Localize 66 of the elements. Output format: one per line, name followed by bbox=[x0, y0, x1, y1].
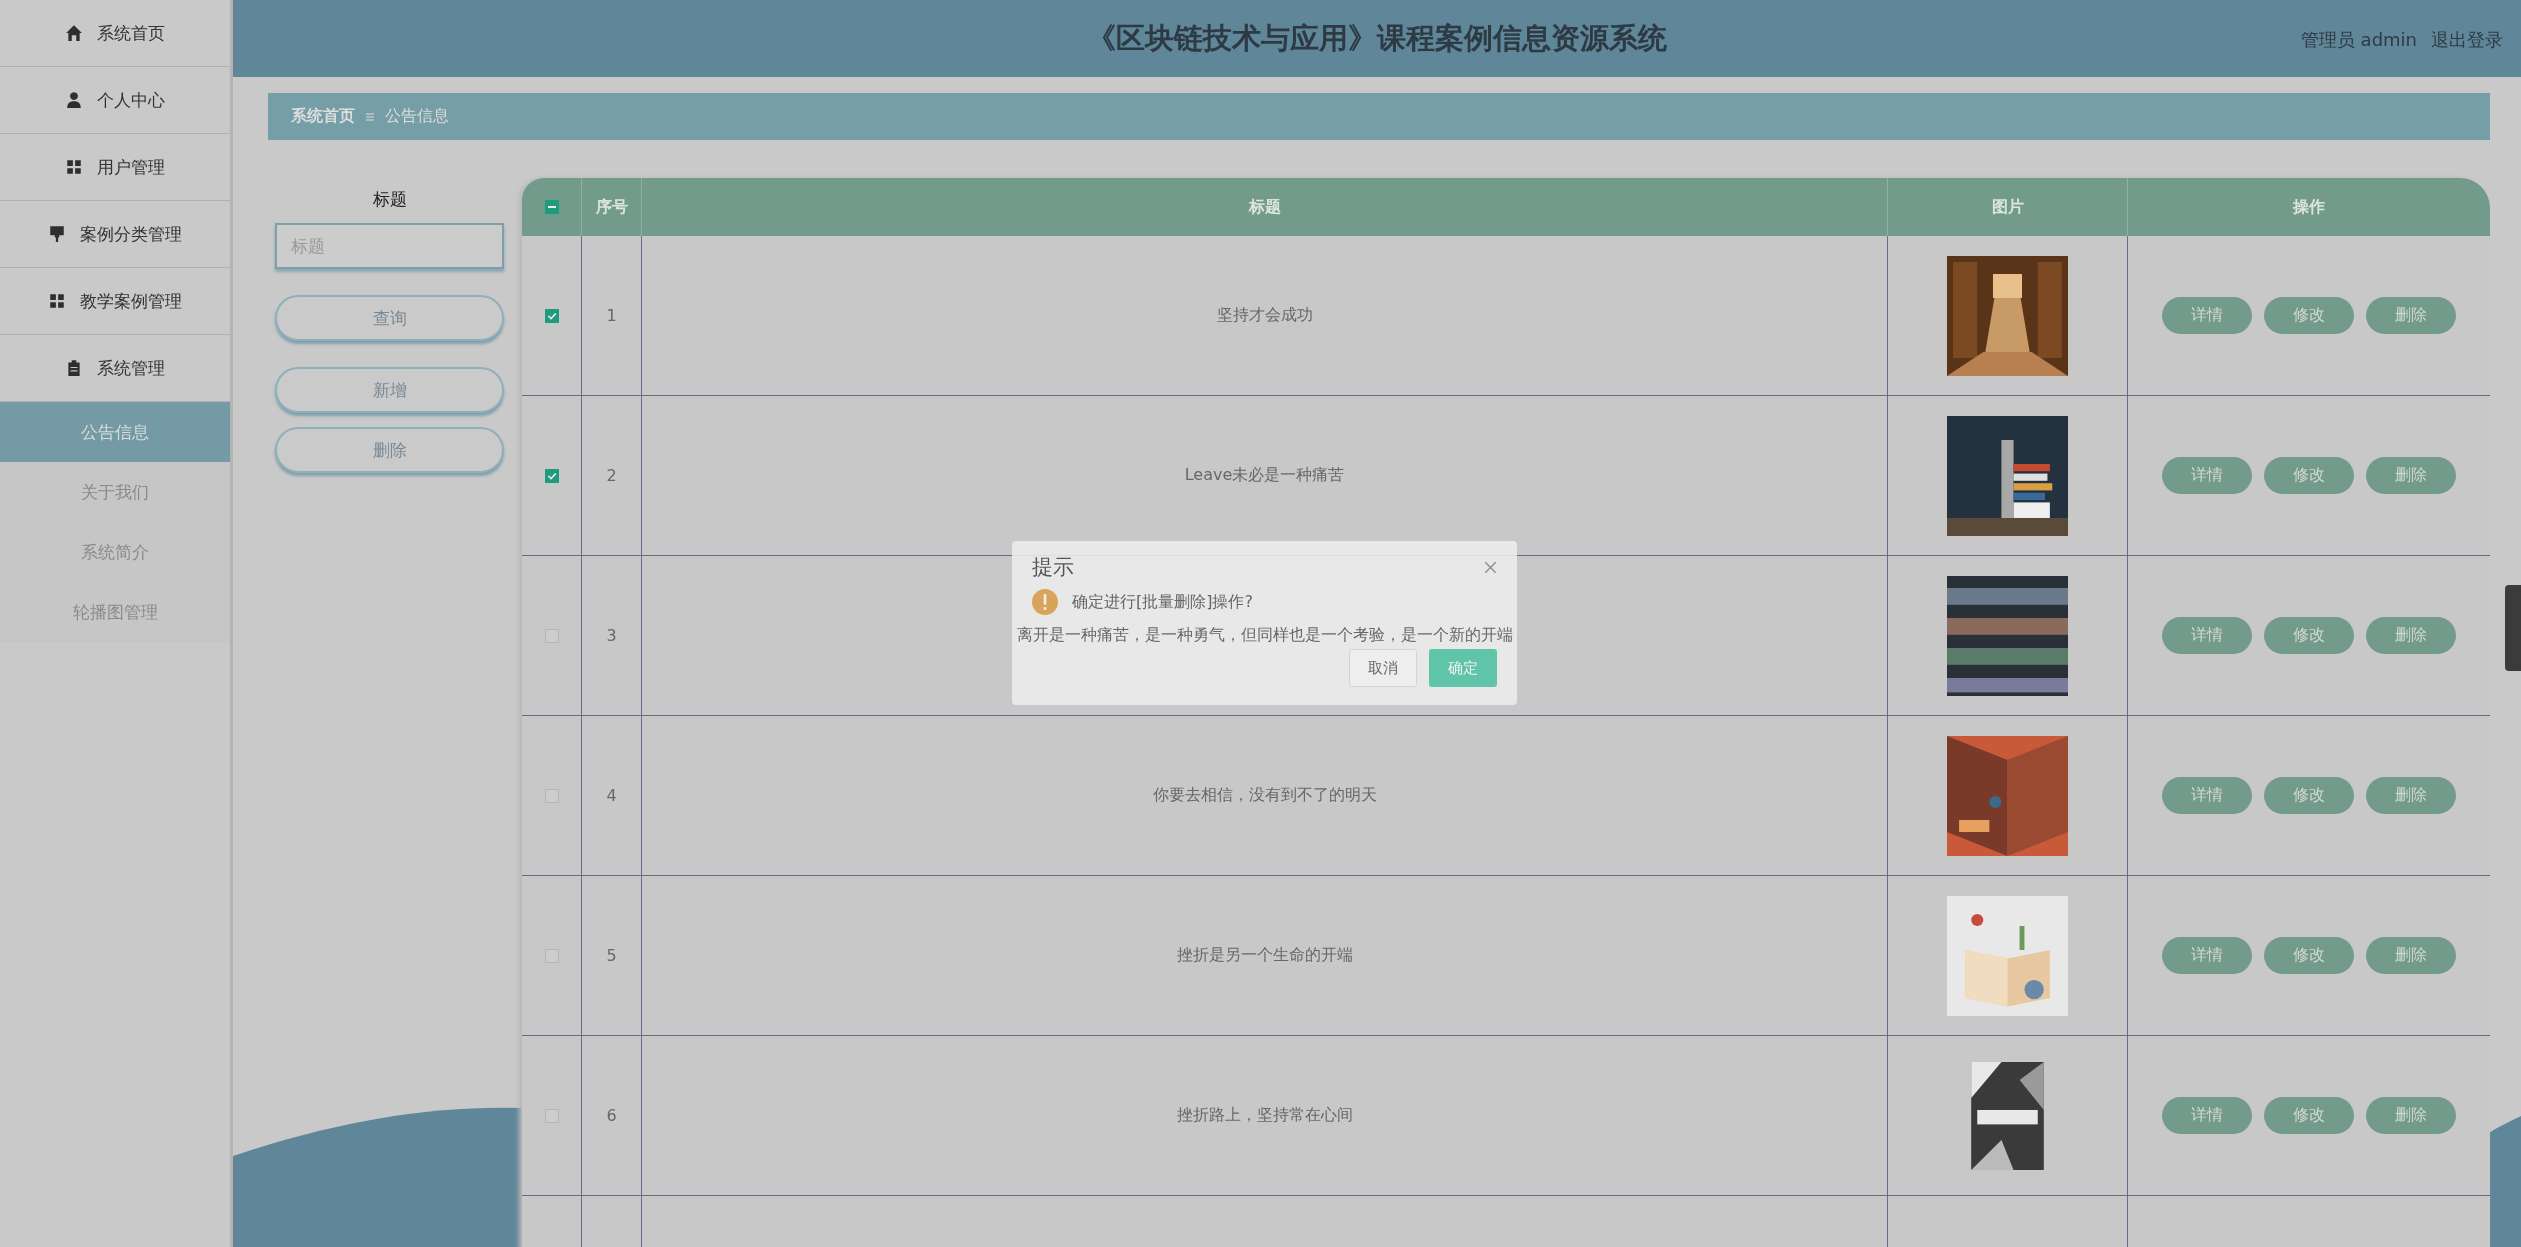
row-number: 2 bbox=[606, 466, 617, 485]
action-button[interactable]: 修改 bbox=[2264, 777, 2354, 814]
field-label: 标题 bbox=[371, 188, 408, 211]
dialog-message: 确定进行[批量删除]操作? bbox=[1072, 591, 1253, 613]
logout-link[interactable]: 退出登录 bbox=[2431, 28, 2503, 52]
app-title: 《区块链技术与应用》课程案例信息资源系统 bbox=[1087, 19, 1667, 57]
row-number: 4 bbox=[606, 786, 617, 805]
row-checkbox[interactable] bbox=[544, 468, 559, 483]
row-number: 1 bbox=[606, 306, 617, 325]
confirm-button[interactable]: 确定 bbox=[1429, 649, 1497, 687]
notice-title: 挫折路上，坚持常在心间 bbox=[1176, 1105, 1353, 1126]
dialog-title: 提示 bbox=[1032, 554, 1074, 581]
action-button[interactable]: 修改 bbox=[2264, 457, 2354, 494]
action-button[interactable]: 删除 bbox=[2366, 297, 2456, 334]
clipboard-icon bbox=[65, 359, 83, 377]
form-button[interactable]: 新增 bbox=[275, 367, 504, 413]
user-icon bbox=[65, 91, 83, 109]
sidebar-item[interactable]: 个人中心 bbox=[0, 67, 230, 134]
notice-title: Leave未必是一种痛苦 bbox=[1184, 465, 1345, 486]
column-header: 图片 bbox=[1888, 178, 2128, 236]
column-header: 操作 bbox=[2291, 195, 2326, 218]
user-name: 管理员 admin bbox=[2300, 28, 2417, 52]
signboard-icon bbox=[48, 225, 66, 243]
breadcrumb-link[interactable]: 系统首页 bbox=[291, 106, 355, 127]
breadcrumb-current: 公告信息 bbox=[385, 106, 449, 127]
select-all-checkbox[interactable] bbox=[544, 200, 559, 214]
row-number: 3 bbox=[606, 626, 617, 645]
action-button[interactable]: 详情 bbox=[2162, 457, 2252, 494]
close-icon[interactable] bbox=[1484, 560, 1497, 574]
action-button[interactable]: 删除 bbox=[2366, 1097, 2456, 1134]
grid-icon bbox=[48, 292, 66, 310]
action-button[interactable]: 删除 bbox=[2366, 617, 2456, 654]
row-checkbox[interactable] bbox=[544, 308, 559, 323]
notice-title: 你要去相信，没有到不了的明天 bbox=[1152, 785, 1377, 806]
action-button[interactable]: 详情 bbox=[2162, 937, 2252, 974]
grid-icon bbox=[65, 158, 83, 176]
action-button[interactable]: 修改 bbox=[2264, 937, 2354, 974]
home-icon bbox=[65, 24, 83, 42]
sidebar-item[interactable]: 公告信息 bbox=[0, 402, 230, 462]
notice-title: 坚持才会成功 bbox=[1216, 305, 1313, 326]
sidebar-item[interactable]: 系统首页 bbox=[0, 0, 230, 67]
warning-icon bbox=[1032, 589, 1058, 615]
action-button[interactable]: 详情 bbox=[2162, 777, 2252, 814]
column-header: 标题 bbox=[642, 178, 1888, 236]
action-button[interactable]: 删除 bbox=[2366, 937, 2456, 974]
cancel-button[interactable]: 取消 bbox=[1349, 649, 1417, 687]
notice-title: 离开是一种痛苦，是一种勇气，但同样也是一个考验，是一个新的开端 bbox=[1016, 625, 1513, 646]
action-button[interactable]: 详情 bbox=[2162, 1097, 2252, 1134]
action-button[interactable]: 删除 bbox=[2366, 777, 2456, 814]
sidebar-item[interactable]: 案例分类管理 bbox=[0, 201, 230, 268]
action-button[interactable]: 详情 bbox=[2162, 297, 2252, 334]
column-header: 序号 bbox=[582, 178, 642, 236]
separator-icon bbox=[365, 111, 375, 122]
action-button[interactable]: 详情 bbox=[2162, 617, 2252, 654]
sidebar-item[interactable]: 教学案例管理 bbox=[0, 268, 230, 335]
action-button[interactable]: 修改 bbox=[2264, 617, 2354, 654]
action-button[interactable]: 修改 bbox=[2264, 1097, 2354, 1134]
form-button[interactable]: 查询 bbox=[275, 295, 504, 341]
sidebar-item[interactable]: 用户管理 bbox=[0, 134, 230, 201]
side-handle[interactable] bbox=[2505, 585, 2521, 671]
action-button[interactable]: 删除 bbox=[2366, 457, 2456, 494]
form-button[interactable]: 删除 bbox=[275, 427, 504, 473]
action-button[interactable]: 修改 bbox=[2264, 297, 2354, 334]
row-number: 5 bbox=[606, 946, 617, 965]
notice-title: 挫折是另一个生命的开端 bbox=[1176, 945, 1353, 966]
row-number: 6 bbox=[606, 1106, 617, 1125]
